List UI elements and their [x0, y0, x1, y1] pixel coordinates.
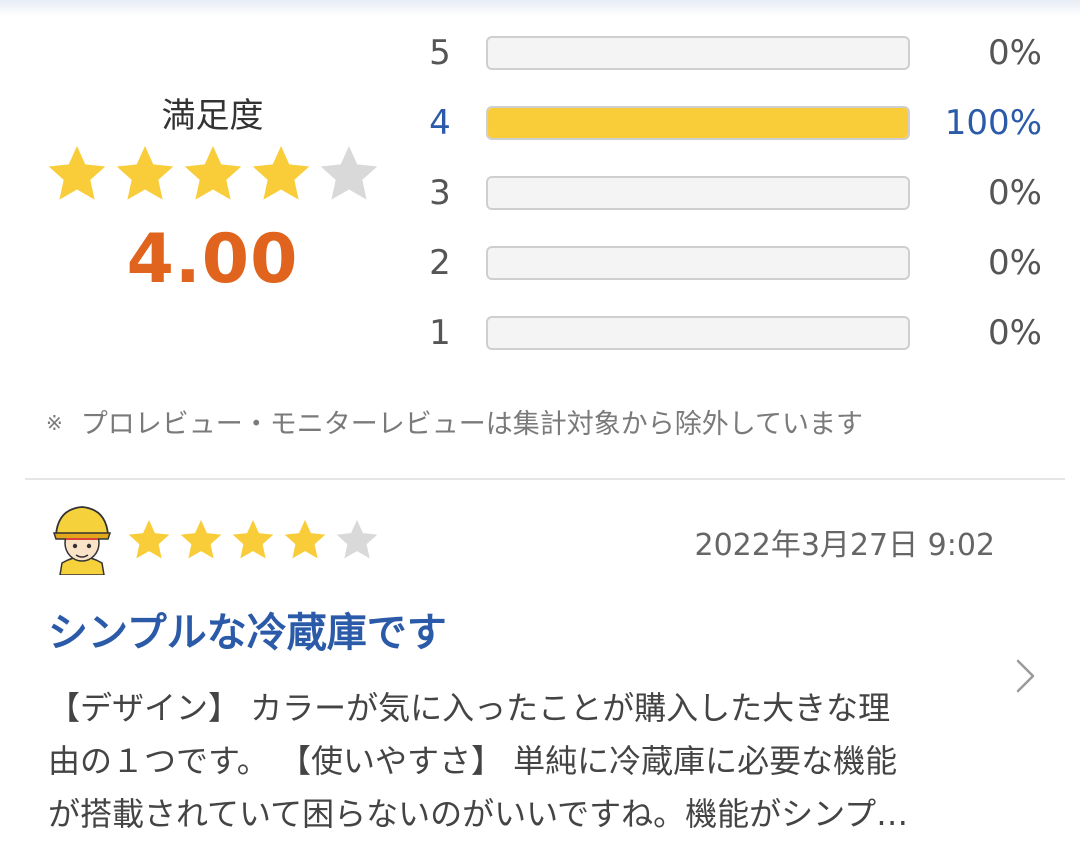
- distribution-row-3[interactable]: 3 0%: [420, 173, 1060, 213]
- note-text: プロレビュー・モニターレビューは集計対象から除外しています: [80, 409, 863, 440]
- aggregation-note: ※ プロレビュー・モニターレビューは集計対象から除外しています: [46, 402, 863, 441]
- star-empty-icon: [320, 146, 378, 200]
- review-body: 【デザイン】 カラーが気に入ったことが購入した大きな理 由の１つです。 【使いや…: [48, 682, 993, 841]
- review-stars: [126, 517, 380, 563]
- distribution-bar: [486, 106, 910, 140]
- star-filled-icon: [184, 146, 242, 200]
- star-filled-icon: [252, 146, 310, 200]
- chevron-right-icon[interactable]: [1010, 655, 1040, 697]
- distribution-level: 2: [429, 243, 451, 283]
- review-title[interactable]: シンプルな冷蔵庫です: [48, 600, 447, 658]
- star-empty-icon: [336, 519, 378, 559]
- distribution-bar: [486, 36, 910, 70]
- review-date: 2022年3月27日 9:02: [694, 528, 995, 563]
- distribution-row-2[interactable]: 2 0%: [420, 243, 1060, 283]
- distribution-level: 4: [429, 103, 451, 143]
- rating-summary: 満足度 4.00 5 0% 4 100% 3 0% 2 0% 1 0% ※ プロレ…: [0, 0, 1080, 480]
- distribution-row-1[interactable]: 1 0%: [420, 313, 1060, 353]
- review-body-line: 由の１つです。 【使いやすさ】 単純に冷蔵庫に必要な機能: [48, 742, 898, 780]
- distribution-level: 1: [429, 313, 451, 353]
- distribution-fill: [488, 108, 908, 138]
- distribution-row-5[interactable]: 5 0%: [420, 33, 1060, 73]
- average-score: 4.00: [126, 220, 299, 299]
- distribution-bar: [486, 316, 910, 350]
- distribution-row-4[interactable]: 4 100%: [420, 103, 1060, 143]
- distribution-level: 3: [429, 173, 451, 213]
- satisfaction-label: 満足度: [161, 96, 264, 136]
- distribution-percent: 0%: [988, 243, 1042, 283]
- distribution-percent: 0%: [988, 313, 1042, 353]
- star-filled-icon: [116, 146, 174, 200]
- summary-stars: [45, 142, 381, 208]
- star-filled-icon: [180, 519, 222, 559]
- distribution-percent: 0%: [988, 33, 1042, 73]
- review-body-line: が搭載されていて困らないのがいいですね。機能がシンプ…: [48, 795, 909, 833]
- review-body-line: 【デザイン】 カラーが気に入ったことが購入した大きな理: [48, 689, 891, 727]
- worker-avatar-icon: [52, 506, 112, 575]
- divider: [25, 478, 1065, 480]
- distribution-percent: 0%: [988, 173, 1042, 213]
- star-filled-icon: [128, 519, 170, 559]
- star-filled-icon: [48, 146, 106, 200]
- note-mark: ※: [46, 411, 63, 435]
- star-filled-icon: [284, 519, 326, 559]
- distribution-bar: [486, 246, 910, 280]
- distribution-bar: [486, 176, 910, 210]
- distribution-level: 5: [429, 33, 451, 73]
- star-filled-icon: [232, 519, 274, 559]
- distribution-percent: 100%: [944, 103, 1042, 143]
